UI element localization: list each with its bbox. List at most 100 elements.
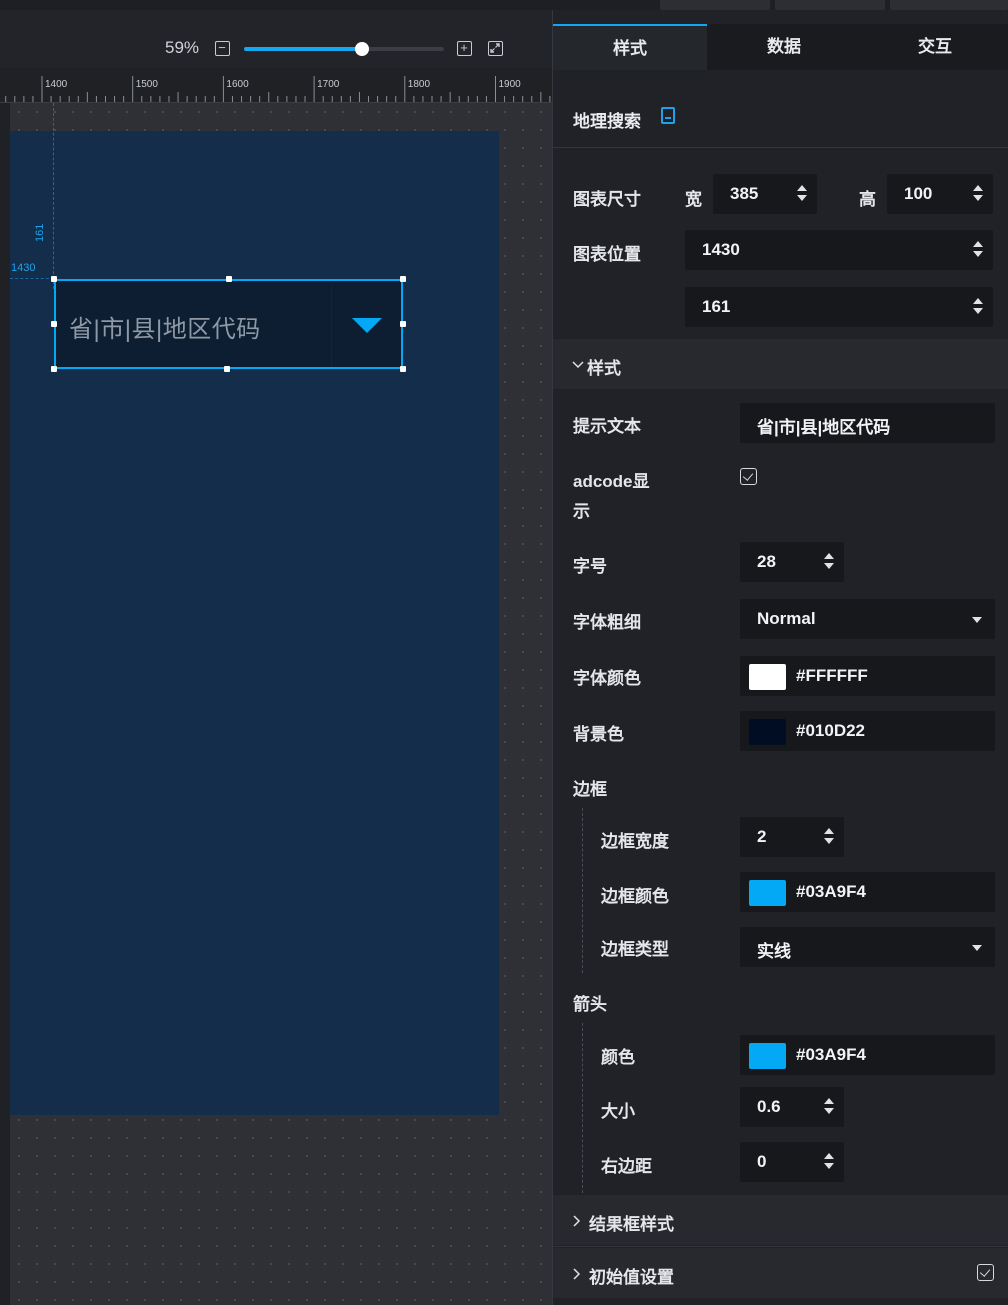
resize-handle-top-left[interactable] [51, 276, 57, 282]
font-weight-select[interactable]: Normal [740, 599, 995, 639]
tab-style[interactable]: 样式 [553, 24, 707, 70]
stepper-arrows-icon[interactable] [973, 184, 983, 204]
font-size-label: 字号 [573, 557, 607, 576]
resize-handle-left[interactable] [51, 321, 57, 327]
canvas-area: 59% − + 1400 1500 1600 1700 1800 1900 1430 16… [0, 10, 552, 1305]
position-x-stepper[interactable]: 1430 [685, 230, 993, 270]
fit-screen-button[interactable] [488, 41, 503, 56]
arrow-group-label: 箭头 [573, 995, 607, 1014]
font-color-value: #FFFFFF [796, 666, 868, 685]
bg-color-label: 背景色 [573, 725, 624, 744]
result-box-section-title: 结果框样式 [589, 1215, 674, 1234]
adcode-label-wrap: 示 [573, 502, 590, 521]
border-color-value: #03A9F4 [796, 882, 866, 901]
geo-search-widget[interactable]: 省|市|县|地区代码 [54, 279, 403, 369]
resize-handle-top[interactable] [226, 276, 232, 282]
height-value: 100 [904, 184, 933, 203]
width-value: 385 [730, 184, 759, 203]
color-swatch[interactable] [749, 719, 786, 745]
ruler-tick-label: 1800 [408, 79, 431, 90]
stepper-arrows-icon[interactable] [973, 297, 983, 317]
border-type-select[interactable]: 实线 [740, 927, 995, 967]
resize-handle-bottom-right[interactable] [400, 366, 406, 372]
adcode-label: adcode显 [573, 472, 650, 491]
tab-interaction[interactable]: 交互 [861, 24, 1008, 70]
bg-color-picker[interactable]: #010D22 [740, 711, 995, 751]
adcode-checkbox[interactable] [740, 468, 757, 485]
border-width-stepper[interactable]: 2 [740, 817, 844, 857]
panel-tabs: 样式 数据 交互 [553, 24, 1008, 70]
group-indent-line [582, 808, 583, 973]
color-swatch[interactable] [749, 1043, 786, 1069]
top-strip-segment [775, 0, 885, 10]
font-size-value: 28 [757, 552, 776, 571]
chevron-right-icon [573, 1268, 581, 1280]
ruler-tick-label: 1600 [226, 79, 249, 90]
ruler-tick-label: 1900 [499, 79, 522, 90]
zoom-slider[interactable] [244, 42, 444, 56]
arrow-margin-label: 右边距 [601, 1157, 652, 1176]
stepper-arrows-icon[interactable] [797, 184, 807, 204]
guide-line-horizontal [10, 278, 54, 279]
properties-panel: 样式 数据 交互 地理搜索 图表尺寸 宽 385 高 100 图表位置 1430… [552, 10, 1008, 1305]
expand-icon [490, 43, 500, 53]
initial-value-section-header[interactable]: 初始值设置 [553, 1248, 1008, 1298]
stepper-arrows-icon[interactable] [973, 240, 983, 260]
zoom-in-button[interactable]: + [457, 41, 472, 56]
chevron-down-icon [572, 361, 584, 369]
border-type-label: 边框类型 [601, 940, 669, 959]
resize-handle-right[interactable] [400, 321, 406, 327]
vertical-ruler [0, 103, 10, 1305]
zoom-percentage: 59% [165, 38, 200, 57]
color-swatch[interactable] [749, 664, 786, 690]
horizontal-ruler: 1400 1500 1600 1700 1800 1900 [0, 68, 552, 103]
zoom-slider-fill [244, 47, 362, 51]
arrow-size-stepper[interactable]: 0.6 [740, 1087, 844, 1127]
zoom-toolbar: 59% − + [0, 10, 552, 68]
zoom-out-button[interactable]: − [215, 41, 230, 56]
result-box-section-header[interactable]: 结果框样式 [553, 1195, 1008, 1245]
stepper-arrows-icon[interactable] [824, 1097, 834, 1117]
hint-text-input[interactable]: 省|市|县|地区代码 [740, 403, 995, 443]
position-y-stepper[interactable]: 161 [685, 287, 993, 327]
divider [553, 1246, 1008, 1247]
color-swatch[interactable] [749, 880, 786, 906]
style-section-header[interactable]: 样式 [553, 339, 1008, 389]
guide-line-vertical [53, 103, 54, 289]
height-stepper[interactable]: 100 [887, 174, 993, 214]
guide-y-label: 161 [34, 223, 46, 242]
zoom-slider-handle[interactable] [355, 42, 369, 56]
app-root: 59% − + 1400 1500 1600 1700 1800 1900 1430 16… [0, 0, 1008, 1305]
tab-data[interactable]: 数据 [707, 24, 861, 70]
arrow-size-label: 大小 [601, 1102, 635, 1121]
stepper-arrows-icon[interactable] [824, 827, 834, 847]
stepper-arrows-icon[interactable] [824, 1152, 834, 1172]
bg-color-value: #010D22 [796, 721, 866, 740]
width-stepper[interactable]: 385 [713, 174, 817, 214]
border-width-value: 2 [757, 827, 767, 846]
ruler-tick-label: 1500 [136, 79, 159, 90]
border-color-picker[interactable]: #03A9F4 [740, 872, 995, 912]
arrow-margin-value: 0 [757, 1152, 767, 1171]
height-label: 高 [859, 190, 876, 209]
hint-text-label: 提示文本 [573, 417, 641, 436]
stepper-arrows-icon[interactable] [824, 552, 834, 572]
initial-value-checkbox[interactable] [977, 1264, 994, 1281]
font-color-picker[interactable]: #FFFFFF [740, 656, 995, 696]
divider [553, 147, 1008, 148]
font-size-stepper[interactable]: 28 [740, 542, 844, 582]
top-strip [0, 0, 1008, 10]
caret-down-icon [972, 945, 982, 951]
chevron-right-icon [573, 1215, 581, 1227]
document-icon[interactable] [661, 107, 675, 124]
resize-handle-bottom-left[interactable] [51, 366, 57, 372]
arrow-color-value: #03A9F4 [796, 1045, 866, 1064]
hint-text-value: 省|市|县|地区代码 [757, 418, 891, 437]
border-color-label: 边框颜色 [601, 887, 669, 906]
minus-icon: − [218, 40, 226, 55]
arrow-margin-stepper[interactable]: 0 [740, 1142, 844, 1182]
arrow-color-picker[interactable]: #03A9F4 [740, 1035, 995, 1075]
width-label: 宽 [685, 190, 702, 209]
resize-handle-bottom[interactable] [224, 366, 230, 372]
resize-handle-top-right[interactable] [400, 276, 406, 282]
